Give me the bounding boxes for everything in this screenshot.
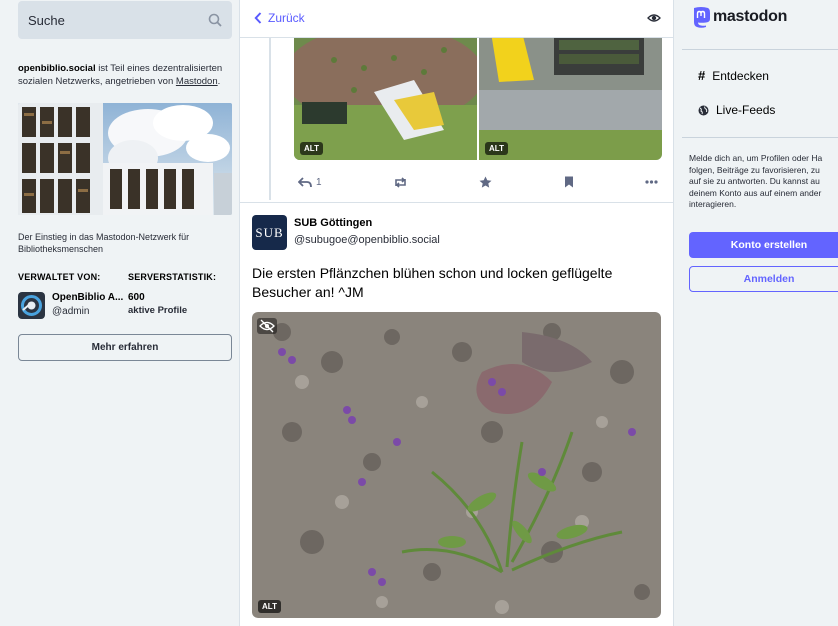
admin-name[interactable]: OpenBiblio A...	[52, 292, 124, 303]
search-placeholder: Suche	[28, 13, 65, 28]
stats-heading: SERVERSTATISTIK:	[128, 272, 217, 282]
eye-icon[interactable]	[647, 13, 661, 23]
nav-label: Entdecken	[712, 68, 769, 83]
alt-badge[interactable]: ALT	[485, 142, 508, 155]
alt-badge[interactable]: ALT	[258, 600, 281, 613]
hide-media-button[interactable]	[257, 318, 277, 334]
post-account[interactable]: @subugoe@openbiblio.social	[294, 234, 440, 246]
previous-post-media: ALT ALT	[294, 20, 662, 160]
divider	[682, 137, 838, 138]
nav-live-feeds[interactable]: Live-Feeds	[698, 103, 775, 117]
post-content: Die ersten Pflänzchen blühen schon und l…	[252, 265, 613, 300]
post-media-image[interactable]: ALT	[252, 312, 661, 618]
previous-post-actions: 1	[298, 173, 658, 191]
more-options-button[interactable]	[645, 180, 658, 184]
stats-number: 600	[128, 292, 145, 303]
media-image[interactable]: ALT	[479, 20, 662, 160]
boost-button[interactable]	[393, 176, 408, 188]
back-button[interactable]: Zurück	[254, 11, 305, 25]
mastodon-link[interactable]: Mastodon	[176, 76, 218, 87]
server-hero-image	[18, 103, 232, 215]
bookmark-icon	[564, 176, 573, 188]
admin-heading: VERWALTET VON:	[18, 272, 101, 282]
admin-handle: @admin	[52, 306, 90, 317]
chevron-left-icon	[254, 12, 262, 24]
ellipsis-icon	[645, 180, 658, 184]
boost-icon	[395, 176, 406, 188]
right-sidebar: mastodon # Entdecken Live-Feeds Melde di…	[682, 0, 838, 626]
signup-prompt: Melde dich an, um Profilen oder Ha folge…	[689, 153, 823, 209]
reply-icon	[298, 176, 312, 187]
logo-text: mastodon	[713, 8, 788, 25]
server-about: openbiblio.social ist Teil eines dezentr…	[18, 63, 223, 87]
favourite-button[interactable]	[479, 176, 492, 188]
post-avatar[interactable]: SUB	[252, 215, 287, 250]
globe-icon	[698, 105, 709, 115]
learn-more-button[interactable]: Mehr erfahren	[18, 334, 232, 361]
back-label: Zurück	[268, 11, 305, 25]
hashtag-icon: #	[698, 68, 706, 83]
post-divider	[240, 202, 673, 203]
bookmark-button[interactable]	[564, 176, 574, 188]
star-icon	[479, 176, 492, 188]
nav-explore[interactable]: # Entdecken	[698, 68, 769, 83]
server-tagline: Der Einstieg in das Mastodon-Netzwerk fü…	[18, 232, 190, 254]
media-image[interactable]: ALT	[294, 20, 484, 160]
login-button[interactable]: Anmelden	[689, 266, 838, 292]
server-name: openbiblio.social	[18, 63, 96, 74]
nav-label: Live-Feeds	[716, 103, 776, 117]
search-input[interactable]: Suche	[18, 1, 232, 39]
admin-avatar[interactable]	[18, 292, 45, 319]
reply-button[interactable]: 1	[298, 177, 322, 188]
mastodon-logo[interactable]: mastodon	[691, 6, 787, 28]
alt-badge[interactable]: ALT	[300, 142, 323, 155]
mastodon-logo-icon	[694, 7, 710, 28]
column-header: Zurück	[240, 0, 673, 38]
left-column: Suche openbiblio.social ist Teil eines d…	[18, 0, 232, 626]
thread-column: Zurück ALT ALT 1 SUB SUB Göttingen @subu…	[239, 0, 674, 626]
post-display-name[interactable]: SUB Göttingen	[294, 217, 372, 229]
search-icon	[208, 13, 222, 27]
divider	[682, 49, 838, 50]
reply-count: 1	[316, 176, 322, 188]
thread-connector	[269, 38, 271, 200]
create-account-button[interactable]: Konto erstellen	[689, 232, 838, 258]
stats-label: aktive Profile	[128, 305, 188, 316]
eye-slash-icon	[259, 319, 275, 333]
